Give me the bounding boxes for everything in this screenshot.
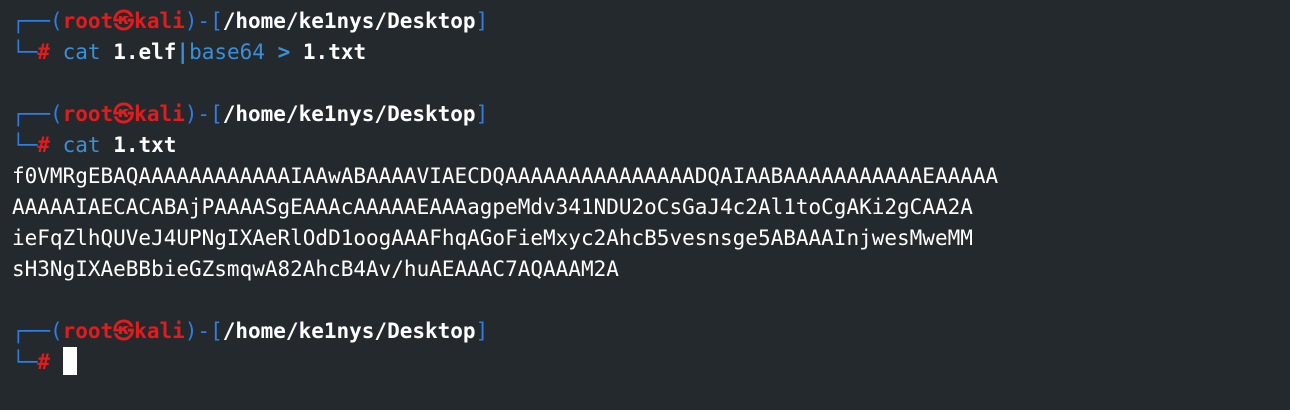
prompt-header: ┌──(root㉿kali)-[/home/ke1nys/Desktop] <box>12 99 1290 130</box>
prompt-dash: - <box>197 319 211 343</box>
skull-icon: ㉿ <box>113 9 135 33</box>
output-line: sH3NgIXAeBBbieGZsmqwA82AhcB4Av/huAEAAAC7… <box>12 257 619 281</box>
text-cursor[interactable] <box>62 347 77 375</box>
prompt-open-paren: ( <box>49 319 63 343</box>
pipe-command: base64 <box>189 40 265 64</box>
prompt-close-bracket: ] <box>475 9 489 33</box>
skull-icon: ㉿ <box>113 102 135 126</box>
prompt-dash: - <box>197 102 211 126</box>
prompt-path: /home/ke1nys/Desktop <box>222 9 476 33</box>
prompt-corner-bottom: └─ <box>12 40 38 64</box>
prompt-open-bracket: [ <box>210 9 223 33</box>
prompt-user: root <box>62 9 114 33</box>
pipe-symbol: | <box>176 40 190 64</box>
command-name: cat <box>62 133 101 157</box>
prompt-corner-bottom: └─ <box>12 350 38 374</box>
command-arg: 1.txt <box>113 133 177 157</box>
prompt-close-bracket: ] <box>475 319 489 343</box>
prompt-corner-top: ┌── <box>12 102 50 126</box>
active-command-line[interactable]: └─# <box>12 347 1290 378</box>
prompt-corner-top: ┌── <box>12 9 50 33</box>
command-name: cat <box>62 40 101 64</box>
prompt-path: /home/ke1nys/Desktop <box>222 319 476 343</box>
prompt-close-paren: ) <box>184 9 198 33</box>
prompt-corner-top: ┌── <box>12 319 50 343</box>
output-line: f0VMRgEBAQAAAAAAAAAAAAIAAwABAAAAVIAECDQA… <box>12 164 999 188</box>
prompt-hash: # <box>37 40 50 64</box>
output-line: ieFqZlhQUVeJ4UPNgIXAeRlOdD1oogAAAFhqAGoF… <box>12 226 973 250</box>
prompt-corner-bottom: └─ <box>12 133 38 157</box>
prompt-close-paren: ) <box>184 102 198 126</box>
command-line: └─# cat 1.txt <box>12 130 1290 161</box>
prompt-host: kali <box>134 319 185 343</box>
prompt-user: root <box>62 102 114 126</box>
skull-icon: ㉿ <box>113 319 135 343</box>
prompt-host: kali <box>134 102 185 126</box>
command-line: └─# cat 1.elf|base64 > 1.txt <box>12 37 1290 68</box>
prompt-hash: # <box>37 133 50 157</box>
redirect-symbol: > <box>277 40 291 64</box>
prompt-open-paren: ( <box>49 9 63 33</box>
prompt-open-bracket: [ <box>210 319 223 343</box>
terminal-window[interactable]: ┌──(root㉿kali)-[/home/ke1nys/Desktop] └─… <box>0 0 1290 410</box>
prompt-path: /home/ke1nys/Desktop <box>222 102 476 126</box>
prompt-user: root <box>62 319 114 343</box>
prompt-host: kali <box>134 9 185 33</box>
redirect-target: 1.txt <box>302 40 367 64</box>
prompt-hash: # <box>37 350 50 374</box>
prompt-dash: - <box>197 9 211 33</box>
prompt-close-bracket: ] <box>475 102 489 126</box>
prompt-close-paren: ) <box>184 319 198 343</box>
output-line: AAAAAIAECACABAjPAAAASgEAAAcAAAAAEAAAagpe… <box>12 195 973 219</box>
command-arg: 1.elf <box>113 40 177 64</box>
prompt-open-paren: ( <box>49 102 63 126</box>
prompt-header: ┌──(root㉿kali)-[/home/ke1nys/Desktop] <box>12 6 1290 37</box>
prompt-header: ┌──(root㉿kali)-[/home/ke1nys/Desktop] <box>12 316 1290 347</box>
prompt-open-bracket: [ <box>210 102 223 126</box>
